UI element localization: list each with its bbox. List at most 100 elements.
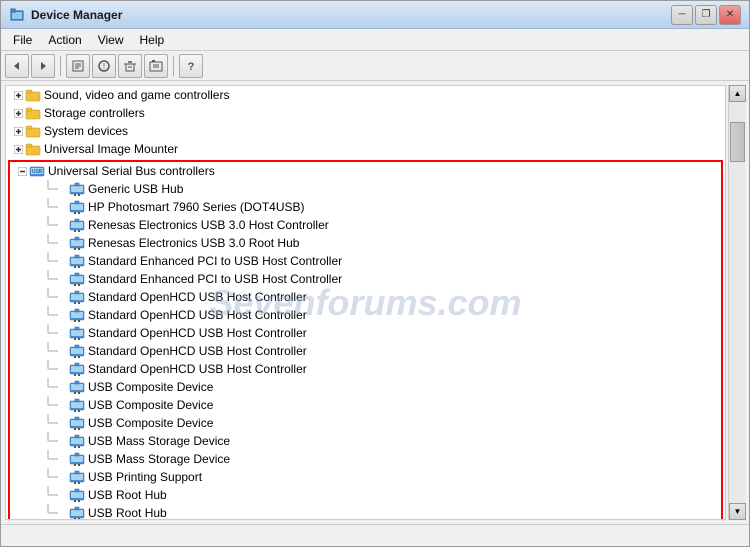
uninstall-button[interactable] bbox=[118, 54, 142, 78]
tree-item[interactable]: HP Photosmart 7960 Series (DOT4USB) bbox=[10, 198, 721, 216]
tree-item[interactable]: Standard Enhanced PCI to USB Host Contro… bbox=[10, 270, 721, 288]
tree-item-label: USB Composite Device bbox=[88, 416, 213, 430]
tree-item[interactable]: USB Root Hub bbox=[10, 486, 721, 504]
menu-view[interactable]: View bbox=[90, 31, 132, 49]
status-bar bbox=[1, 524, 749, 546]
device-tree[interactable]: Sevenforums.com Sound, video and game co… bbox=[5, 85, 726, 520]
tree-item[interactable]: Standard OpenHCD USB Host Controller bbox=[10, 360, 721, 378]
window-controls: ─ ❐ ✕ bbox=[671, 5, 741, 25]
tree-item[interactable]: Renesas Electronics USB 3.0 Root Hub bbox=[10, 234, 721, 252]
tree-item[interactable]: USB Printing Support bbox=[10, 468, 721, 486]
tree-expander bbox=[58, 383, 67, 392]
tree-expander bbox=[58, 419, 67, 428]
properties-button[interactable] bbox=[66, 54, 90, 78]
tree-expander bbox=[58, 437, 67, 446]
tree-item[interactable]: Storage controllers bbox=[6, 104, 725, 122]
tree-item-label: Standard OpenHCD USB Host Controller bbox=[88, 344, 307, 358]
window-icon bbox=[9, 7, 25, 23]
tree-item-label: Renesas Electronics USB 3.0 Root Hub bbox=[88, 236, 299, 250]
tree-expander bbox=[14, 109, 23, 118]
back-button[interactable] bbox=[5, 54, 29, 78]
scroll-thumb[interactable] bbox=[730, 122, 745, 162]
tree-expander bbox=[14, 91, 23, 100]
scroll-track[interactable] bbox=[729, 102, 745, 503]
scrollbar[interactable]: ▲ ▼ bbox=[728, 85, 745, 520]
tree-item[interactable]: Generic USB Hub bbox=[10, 180, 721, 198]
device-icon bbox=[69, 217, 85, 233]
forward-button[interactable] bbox=[31, 54, 55, 78]
device-icon bbox=[69, 361, 85, 377]
minimize-button[interactable]: ─ bbox=[671, 5, 693, 25]
tree-item-label: Renesas Electronics USB 3.0 Host Control… bbox=[88, 218, 329, 232]
tree-expander bbox=[58, 329, 67, 338]
tree-item[interactable]: System devices bbox=[6, 122, 725, 140]
title-bar: Device Manager ─ ❐ ✕ bbox=[1, 1, 749, 29]
close-button[interactable]: ✕ bbox=[719, 5, 741, 25]
tree-expander bbox=[58, 509, 67, 518]
menu-action[interactable]: Action bbox=[40, 31, 89, 49]
tree-expander bbox=[58, 275, 67, 284]
tree-item-label: Standard Enhanced PCI to USB Host Contro… bbox=[88, 272, 342, 286]
tree-expander bbox=[58, 455, 67, 464]
device-icon bbox=[69, 307, 85, 323]
tree-item-label: Sound, video and game controllers bbox=[44, 88, 229, 102]
tree-item[interactable]: USB Mass Storage Device bbox=[10, 450, 721, 468]
device-icon bbox=[69, 487, 85, 503]
tree-item[interactable]: Standard OpenHCD USB Host Controller bbox=[10, 306, 721, 324]
update-button[interactable]: ! bbox=[92, 54, 116, 78]
device-icon bbox=[69, 397, 85, 413]
device-icon bbox=[69, 289, 85, 305]
tree-expander bbox=[58, 401, 67, 410]
menu-file[interactable]: File bbox=[5, 31, 40, 49]
tree-item[interactable]: USB Mass Storage Device bbox=[10, 432, 721, 450]
tree-item-label: USB Printing Support bbox=[88, 470, 202, 484]
device-icon bbox=[69, 451, 85, 467]
toolbar: ! ? bbox=[1, 51, 749, 81]
device-manager-window: Device Manager ─ ❐ ✕ File Action View He… bbox=[0, 0, 750, 547]
device-icon bbox=[25, 123, 41, 139]
device-icon bbox=[25, 105, 41, 121]
tree-item[interactable]: Standard OpenHCD USB Host Controller bbox=[10, 342, 721, 360]
menu-help[interactable]: Help bbox=[132, 31, 173, 49]
tree-item[interactable]: Standard OpenHCD USB Host Controller bbox=[10, 324, 721, 342]
device-icon bbox=[69, 199, 85, 215]
tree-item[interactable]: USB Root Hub bbox=[10, 504, 721, 520]
tree-item-label: USB Root Hub bbox=[88, 506, 167, 520]
tree-item[interactable]: USB Composite Device bbox=[10, 414, 721, 432]
toolbar-separator-2 bbox=[173, 56, 174, 76]
tree-item[interactable]: Sound, video and game controllers bbox=[6, 86, 725, 104]
tree-item-label: Standard OpenHCD USB Host Controller bbox=[88, 362, 307, 376]
scroll-up-button[interactable]: ▲ bbox=[729, 85, 746, 102]
tree-expander bbox=[58, 239, 67, 248]
tree-item[interactable]: Universal Image Mounter bbox=[6, 140, 725, 158]
tree-expander bbox=[18, 167, 27, 176]
tree-expander bbox=[58, 293, 67, 302]
tree-item-label: USB Mass Storage Device bbox=[88, 434, 230, 448]
window-title: Device Manager bbox=[31, 8, 671, 22]
device-icon bbox=[25, 87, 41, 103]
tree-expander bbox=[58, 185, 67, 194]
tree-expander bbox=[58, 347, 67, 356]
scan-button[interactable] bbox=[144, 54, 168, 78]
scroll-down-button[interactable]: ▼ bbox=[729, 503, 746, 520]
tree-expander bbox=[58, 221, 67, 230]
device-icon bbox=[69, 469, 85, 485]
tree-expander bbox=[14, 127, 23, 136]
device-icon bbox=[69, 379, 85, 395]
tree-item-label: USB Mass Storage Device bbox=[88, 452, 230, 466]
restore-button[interactable]: ❐ bbox=[695, 5, 717, 25]
tree-item-label: Standard OpenHCD USB Host Controller bbox=[88, 308, 307, 322]
tree-item[interactable]: USB Composite Device bbox=[10, 396, 721, 414]
tree-item[interactable]: Standard OpenHCD USB Host Controller bbox=[10, 288, 721, 306]
help-button[interactable]: ? bbox=[179, 54, 203, 78]
tree-item-label: Storage controllers bbox=[44, 106, 145, 120]
tree-item[interactable]: Renesas Electronics USB 3.0 Host Control… bbox=[10, 216, 721, 234]
tree-item[interactable]: Standard Enhanced PCI to USB Host Contro… bbox=[10, 252, 721, 270]
tree-expander bbox=[58, 365, 67, 374]
tree-item-label: Standard Enhanced PCI to USB Host Contro… bbox=[88, 254, 342, 268]
tree-item[interactable]: USB Composite Device bbox=[10, 378, 721, 396]
device-icon bbox=[69, 505, 85, 520]
svg-text:USB: USB bbox=[32, 169, 43, 175]
device-icon bbox=[69, 181, 85, 197]
tree-item[interactable]: USB Universal Serial Bus controllers bbox=[10, 162, 721, 180]
